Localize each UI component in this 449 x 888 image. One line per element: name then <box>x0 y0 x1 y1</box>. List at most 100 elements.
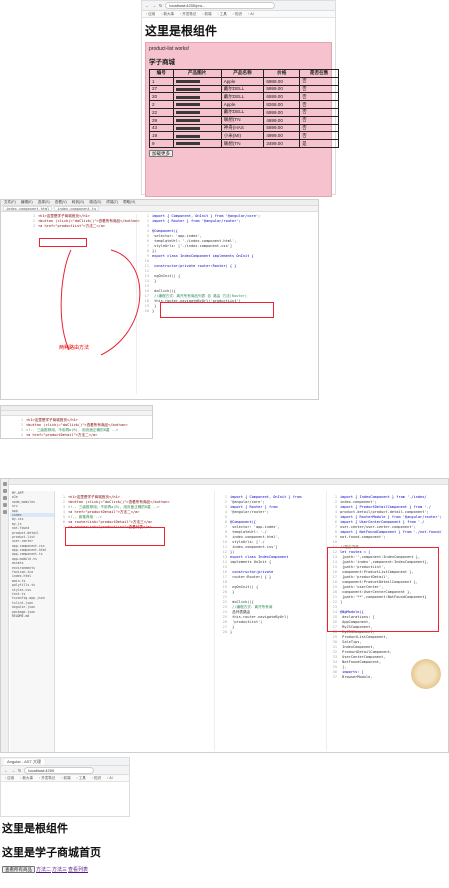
line-number: 4 <box>20 433 23 437</box>
code-text: }) <box>230 550 235 554</box>
cell-id: 43 <box>149 123 174 133</box>
load-more-button[interactable]: 加载更多 <box>149 149 173 157</box>
cell-id: 20 <box>149 92 174 102</box>
code-text: <!-- 三级推荐用，不用再a(R)，用页面正确的8重 --> <box>68 505 160 509</box>
bookmark-item[interactable]: 应用 <box>146 12 155 17</box>
code-text: <button (click)="doClick()">查看所有商品</butt… <box>68 500 170 504</box>
line-number: 37 <box>332 675 337 679</box>
code-text: IndexComponent, <box>340 645 375 649</box>
back-icon[interactable]: ← <box>4 768 8 773</box>
code-text: 'productList') <box>230 620 263 624</box>
address-bar[interactable]: localhost:4200/pro... <box>165 2 276 9</box>
address-bar[interactable]: localhost:4200 <box>24 766 95 774</box>
code-text: } <box>230 630 233 634</box>
table-row: 2 Apple 8268.00 否 <box>149 100 339 109</box>
bookmark-item[interactable]: 工具 <box>77 776 86 781</box>
bookmark-item[interactable]: 工具 <box>218 12 227 17</box>
code-text: export class IndexComponent <box>230 555 289 559</box>
cell-id: 1 <box>149 76 174 86</box>
table-row: 9 联想(TN 3499.00 是 <box>149 139 339 148</box>
cell-id: 2 <box>149 100 174 109</box>
product-thumbnail <box>175 87 200 91</box>
line-number: 28 <box>222 630 227 634</box>
forward-icon[interactable]: → <box>152 3 156 8</box>
source-control-icon[interactable] <box>2 496 7 500</box>
bookmark-item[interactable]: 新大事 <box>20 776 34 781</box>
code-text: styleUrls: ['./ <box>230 540 265 544</box>
code-text: import { RouterModule } from '@angular/r… <box>340 515 442 519</box>
editor-tabs <box>1 411 152 416</box>
column-header: 是否在售 <box>299 69 339 78</box>
bottom-page: 这里是根组件 这里是学子商城首页 查看所有商品 方法二 方法三 查看列表 <box>2 820 202 873</box>
bookmark-item[interactable]: 知识 <box>92 776 101 781</box>
code-text: selector: 'app-index', <box>230 525 280 529</box>
bookmark-item[interactable]: 开发笔记 <box>39 776 55 781</box>
code-text: BrowserModule, <box>340 675 373 679</box>
code-text: import { Router } from <box>230 505 278 509</box>
code-text: import { IndexComponent } from './index/ <box>340 495 427 499</box>
product-thumbnail <box>175 118 200 122</box>
browser-tab[interactable]: Angular - AST 大理 <box>4 758 44 765</box>
code-text: } <box>230 590 235 594</box>
code-text: ProductListComponent, <box>340 635 388 639</box>
html-editor[interactable]: 1 <h1>这里是学子商城首页</h1> 2 <button (click)="doC… <box>15 418 152 438</box>
code-text: <a href="productDetail">方法二</a> <box>26 433 98 437</box>
bookmark-item[interactable]: 前端 <box>202 12 212 17</box>
code-text: @Component({ <box>230 520 256 524</box>
annotation-arrows <box>60 249 141 356</box>
code-text: doClick(){ <box>230 600 254 604</box>
code-text: <a routerLink="productDetail">方法三</a> <box>68 520 153 524</box>
file-explorer[interactable]: MY-APP e2e node_modules src app index my-css my… <box>10 491 55 752</box>
bookmark-item[interactable]: 开发笔记 <box>180 12 196 17</box>
bookmark-item[interactable]: AI <box>248 12 253 16</box>
reload-icon[interactable]: ↻ <box>159 3 162 8</box>
reload-icon[interactable]: ↻ <box>18 768 21 773</box>
view-all-products-button[interactable]: 查看所有商品 <box>2 866 35 873</box>
cell-name: 戴尔DELL <box>220 107 265 117</box>
code-text: index.component.css'] <box>230 545 278 549</box>
debug-icon[interactable] <box>2 503 7 507</box>
product-image <box>172 92 222 102</box>
cell-price: 6999.00 <box>263 107 301 117</box>
cell-on_sale: 否 <box>299 107 339 117</box>
activity-bar <box>1 479 9 752</box>
back-icon[interactable]: ← <box>145 3 149 8</box>
column-header: 价格 <box>263 69 301 78</box>
cell-id: 19 <box>149 131 174 141</box>
code-text: import { UserCenterComponent } from './ <box>340 520 425 524</box>
cell-on_sale: 否 <box>299 131 339 141</box>
forward-icon[interactable]: → <box>11 768 15 773</box>
ts-editor[interactable]: 1 import { Component, OnInit } from 2 '@ang… <box>219 491 327 751</box>
bookmark-item[interactable]: AI <box>107 776 112 780</box>
column-header: 编号 <box>149 69 174 78</box>
cell-name: 联想(TN <box>220 115 265 125</box>
cell-id: 27 <box>149 84 174 94</box>
code-text: <h1>这里是学子商城首页</h1> <box>26 418 78 422</box>
bookmark-bar: 应用 新大事开发笔记 前端 工具 知识 AI <box>1 775 129 782</box>
bookmark-item[interactable]: 新大事 <box>161 12 175 17</box>
method-three-link[interactable]: 方法三 <box>52 866 67 873</box>
bookmark-item[interactable]: 应用 <box>5 776 14 781</box>
table-row: 1 Apple 6988.00 否 <box>149 76 339 86</box>
cell-name: 联想(TN <box>220 139 265 148</box>
line-number: 7 <box>62 525 65 529</box>
table-row: 20 戴尔DELL 6599.00 否 <box>149 92 339 102</box>
code-text: this.router.navigateByUrl( <box>230 615 289 619</box>
column-header: 产品图片 <box>172 69 222 78</box>
bookmark-item[interactable]: 前端 <box>61 776 71 781</box>
cell-price: 4999.00 <box>263 131 301 141</box>
annotation-note: 两种路由方法 <box>59 345 90 351</box>
method-two-link[interactable]: 方法二 <box>36 866 51 873</box>
cell-price: 6599.00 <box>263 92 301 102</box>
ide-window-2: 1 <h1>这里是学子商城首页</h1> 2 <button (click)="doC… <box>0 405 153 439</box>
bookmark-item[interactable]: 知识 <box>233 12 242 17</box>
code-text: '@angular/router'; <box>230 510 269 514</box>
explorer-icon[interactable] <box>2 482 7 486</box>
tree-item[interactable]: README.md <box>10 614 54 618</box>
search-icon[interactable] <box>2 489 7 493</box>
annotation-arrow <box>60 249 72 351</box>
extensions-icon[interactable] <box>2 510 7 514</box>
cell-on_sale: 否 <box>299 100 339 109</box>
cell-on_sale: 是 <box>299 139 339 148</box>
view-list-link[interactable]: 查看列表 <box>68 866 88 873</box>
